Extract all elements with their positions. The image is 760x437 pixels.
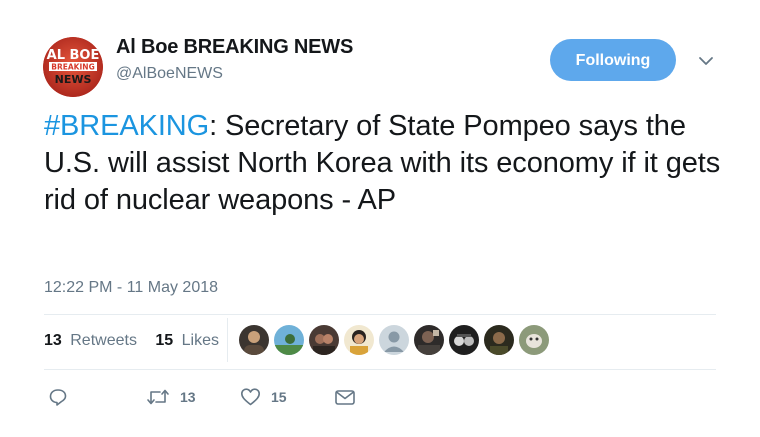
svg-text:NEWS: NEWS [55,73,92,86]
tweet-text: #BREAKING: Secretary of State Pompeo say… [44,108,724,219]
following-button[interactable]: Following [550,39,676,81]
retweet-button[interactable]: 13 [146,386,196,408]
retweets-stat[interactable]: 13 Retweets [44,332,141,349]
likes-count: 15 [155,332,174,349]
reply-button[interactable] [48,386,68,408]
direct-message-button[interactable] [334,386,356,408]
heart-icon [241,388,260,406]
liker-avatar[interactable] [484,325,514,355]
news-logo-icon: AL BOE BREAKING NEWS [43,37,103,97]
profile-avatar[interactable]: AL BOE BREAKING NEWS [43,37,103,97]
like-button[interactable]: 15 [240,386,287,408]
liker-avatar[interactable] [414,325,444,355]
default-avatar-icon[interactable] [379,325,409,355]
svg-text:AL BOE: AL BOE [47,48,100,63]
retweet-count: 13 [180,389,196,405]
envelope-icon [335,390,355,405]
tweet-stats: 13 Retweets 15 Likes [44,332,227,350]
hashtag-link[interactable]: #BREAKING [44,110,209,142]
liker-avatar[interactable] [239,325,269,355]
like-count: 15 [271,389,287,405]
display-name[interactable]: Al Boe BREAKING NEWS [116,36,353,59]
liker-avatar[interactable] [519,325,549,355]
reply-icon [49,389,67,406]
stats-separator [227,318,228,362]
liker-avatar[interactable] [274,325,304,355]
retweet-icon [147,389,169,405]
tweet-card: AL BOE BREAKING NEWS Al Boe BREAKING NEW… [0,0,760,437]
retweets-label: Retweets [70,332,137,349]
tweet-timestamp[interactable]: 12:22 PM - 11 May 2018 [44,279,218,297]
liker-avatar[interactable] [344,325,374,355]
retweets-count: 13 [44,332,62,349]
chevron-down-icon[interactable] [697,52,715,70]
likes-label: Likes [181,332,220,349]
likes-stat[interactable]: 15 Likes [155,332,223,349]
liker-avatar[interactable] [309,325,339,355]
user-handle[interactable]: @AlBoeNEWS [116,65,223,83]
svg-text:BREAKING: BREAKING [51,63,94,72]
divider [44,314,716,315]
liker-avatar[interactable] [449,325,479,355]
divider [44,369,716,370]
